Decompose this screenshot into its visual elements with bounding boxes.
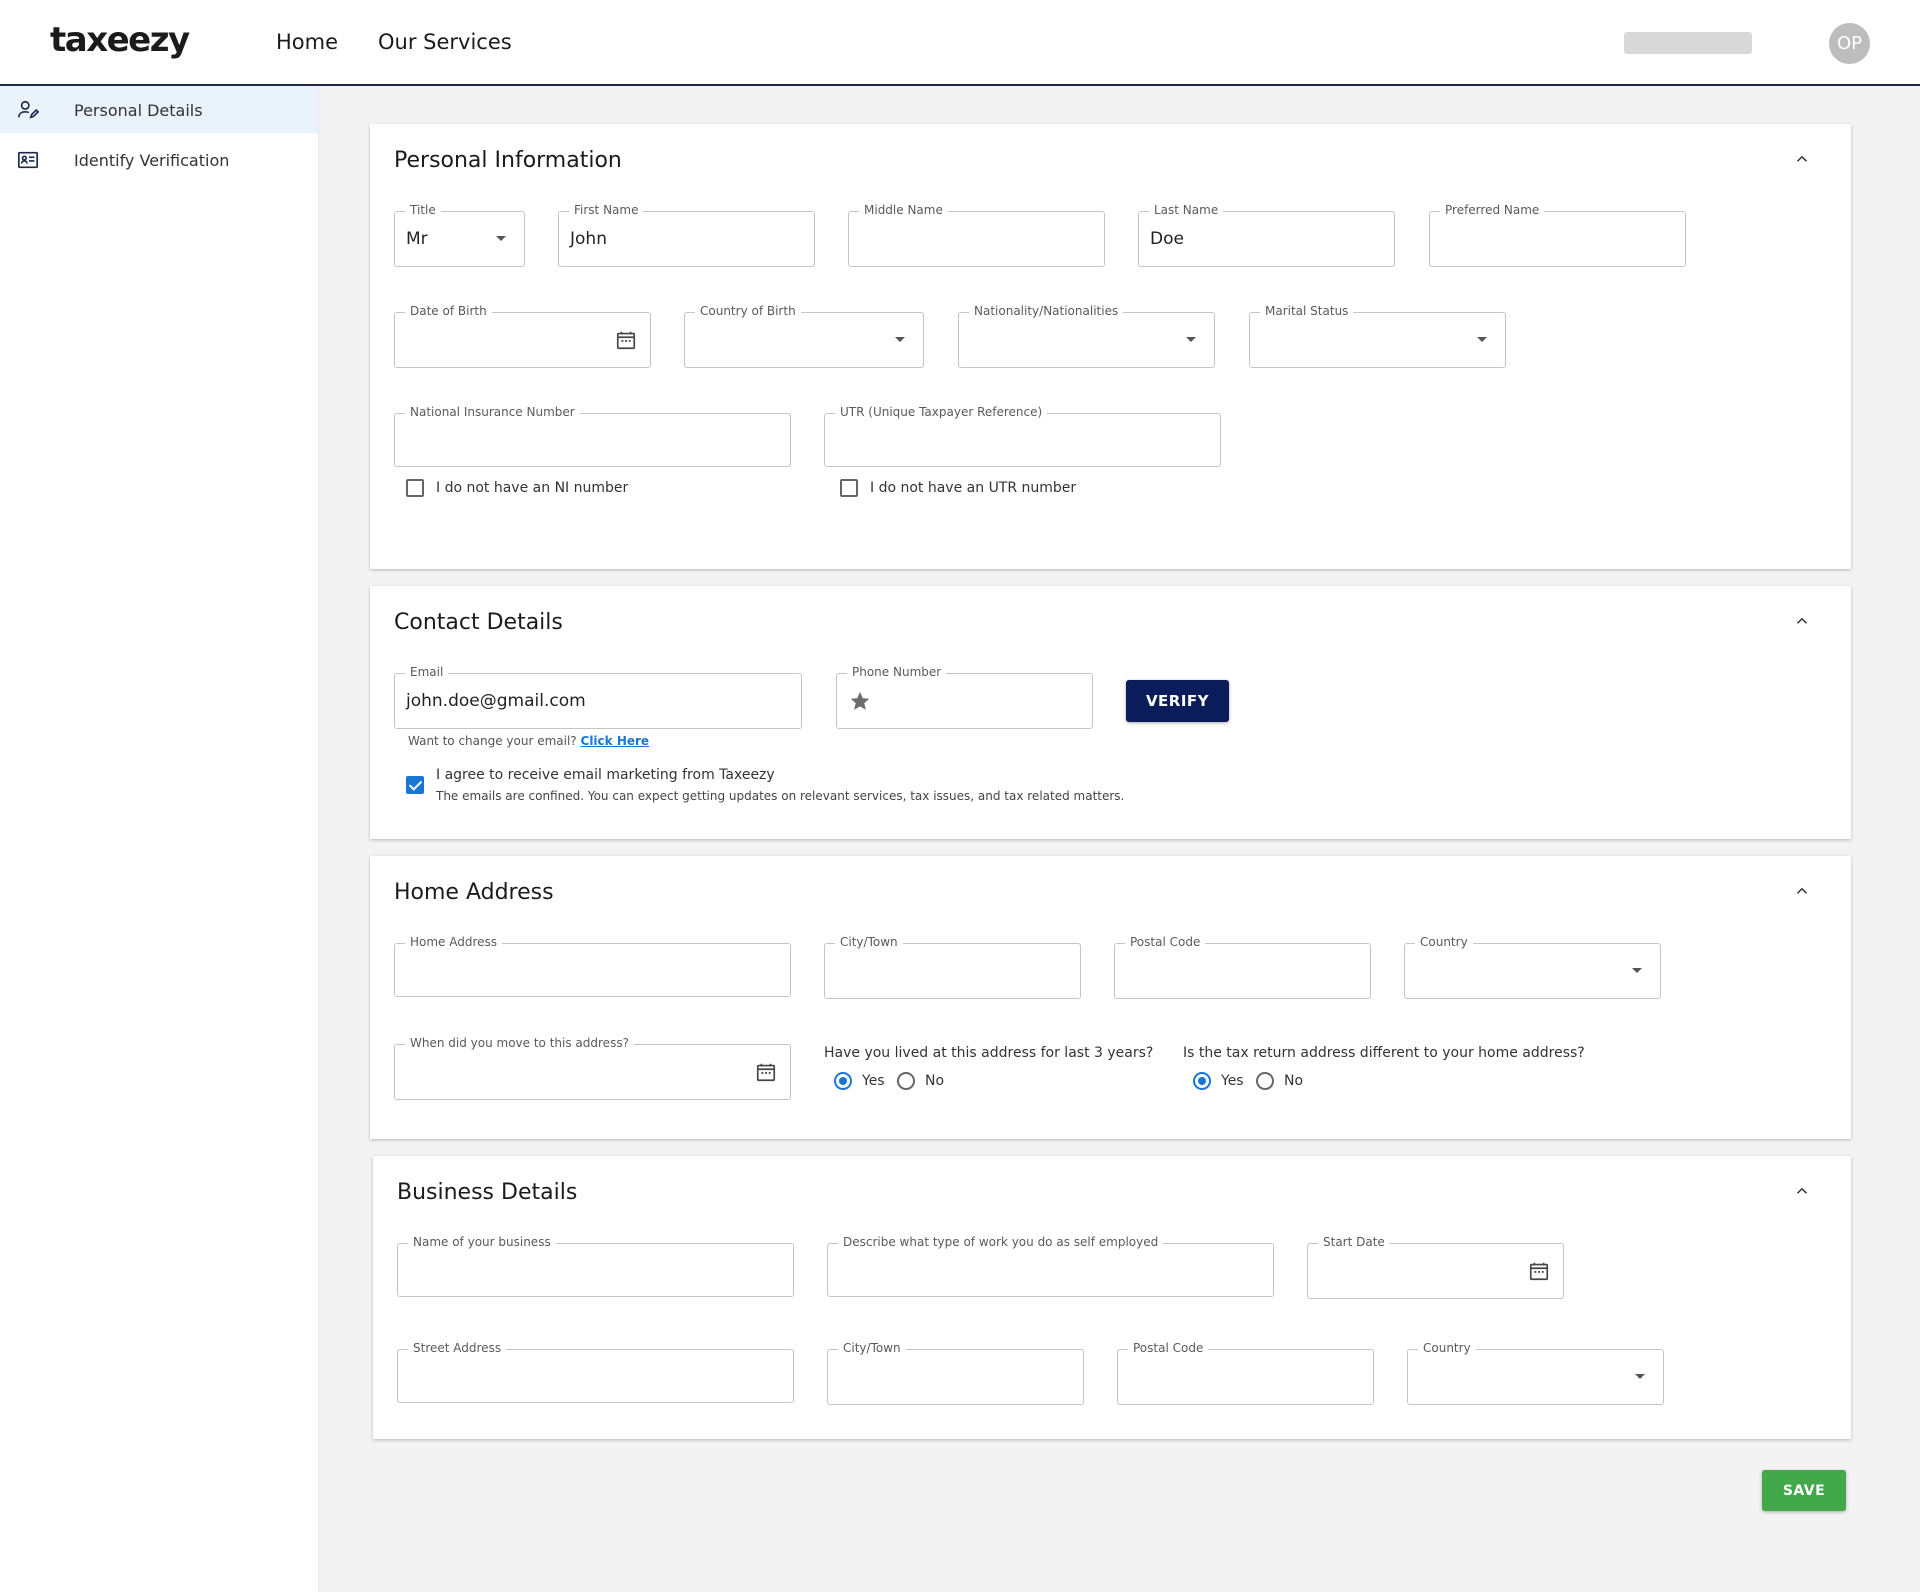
marketing-note: The emails are confined. You can expect … — [436, 789, 1125, 803]
tax-address-yes[interactable]: Yes — [1193, 1072, 1244, 1090]
no-utr-label: I do not have an UTR number — [870, 480, 1077, 496]
caret-down-icon — [1186, 337, 1196, 342]
home-city-input[interactable]: City/Town — [824, 935, 1081, 999]
home-country-select[interactable]: Country — [1404, 935, 1661, 999]
home-address-card: Home Address Home Address City/Town Post… — [370, 856, 1851, 1139]
sidebar-item-identify-verification[interactable]: Identify Verification — [0, 137, 318, 183]
sidebar-item-label: Identify Verification — [74, 150, 230, 170]
business-country-select[interactable]: Country — [1407, 1341, 1664, 1405]
caret-down-icon — [895, 337, 905, 342]
no-ni-checkbox-row[interactable]: I do not have an NI number — [406, 479, 628, 497]
sidebar-item-personal-details[interactable]: Personal Details — [0, 87, 318, 133]
nationality-select[interactable]: Nationality/Nationalities — [958, 304, 1215, 368]
phone-number-input[interactable]: Phone Number — [836, 665, 1093, 729]
no-utr-checkbox-row[interactable]: I do not have an UTR number — [840, 479, 1076, 497]
star-icon — [850, 691, 870, 710]
calendar-icon[interactable] — [1528, 1260, 1550, 1282]
id-card-icon — [16, 148, 40, 172]
business-postal-code-input[interactable]: Postal Code — [1117, 1341, 1374, 1405]
personal-information-card: Personal Information Title Mr First Name… — [370, 124, 1851, 569]
top-header: taxeezy Home Our Services OP — [0, 0, 1920, 86]
street-address-input[interactable]: Street Address — [397, 1341, 794, 1403]
no-utr-checkbox[interactable] — [840, 479, 858, 497]
calendar-icon[interactable] — [615, 329, 637, 351]
ni-number-input[interactable]: National Insurance Number — [394, 405, 791, 467]
business-details-card: Business Details Name of your business D… — [373, 1156, 1851, 1439]
business-city-input[interactable]: City/Town — [827, 1341, 1084, 1405]
first-name-input[interactable]: First Name John — [558, 203, 815, 267]
radio-no[interactable] — [897, 1072, 915, 1090]
business-name-input[interactable]: Name of your business — [397, 1235, 794, 1297]
caret-down-icon — [496, 236, 506, 241]
save-button[interactable]: SAVE — [1762, 1470, 1846, 1511]
home-address-input[interactable]: Home Address — [394, 935, 791, 997]
calendar-icon[interactable] — [755, 1061, 777, 1083]
tax-address-question: Is the tax return address different to y… — [1183, 1045, 1585, 1061]
preferred-name-input[interactable]: Preferred Name — [1429, 203, 1686, 267]
caret-down-icon — [1477, 337, 1487, 342]
email-input[interactable]: Email john.doe@gmail.com — [394, 665, 802, 729]
nav-home[interactable]: Home — [276, 30, 338, 54]
dob-input[interactable]: Date of Birth — [394, 304, 651, 368]
nav-our-services[interactable]: Our Services — [378, 30, 512, 54]
utr-input[interactable]: UTR (Unique Taxpayer Reference) — [824, 405, 1221, 467]
sidebar-item-label: Personal Details — [74, 100, 203, 120]
radio-no[interactable] — [1256, 1072, 1274, 1090]
country-of-birth-select[interactable]: Country of Birth — [684, 304, 924, 368]
section-title: Personal Information — [394, 148, 622, 173]
chevron-up-icon[interactable] — [1793, 612, 1811, 630]
verify-button[interactable]: VERIFY — [1126, 680, 1229, 722]
section-title: Contact Details — [394, 610, 563, 635]
change-email-helper: Want to change your email? Click Here — [408, 734, 650, 748]
middle-name-input[interactable]: Middle Name — [848, 203, 1105, 267]
marketing-checkbox[interactable] — [406, 776, 436, 794]
move-date-input[interactable]: When did you move to this address? — [394, 1036, 791, 1100]
radio-yes[interactable] — [1193, 1072, 1211, 1090]
home-postal-code-input[interactable]: Postal Code — [1114, 935, 1371, 999]
chevron-up-icon[interactable] — [1793, 150, 1811, 168]
work-type-input[interactable]: Describe what type of work you do as sel… — [827, 1235, 1274, 1297]
contact-details-card: Contact Details Email john.doe@gmail.com… — [370, 586, 1851, 839]
no-ni-checkbox[interactable] — [406, 479, 424, 497]
start-date-input[interactable]: Start Date — [1307, 1235, 1564, 1299]
lived-3-years-no[interactable]: No — [897, 1072, 944, 1090]
section-title: Business Details — [397, 1180, 578, 1205]
marital-status-select[interactable]: Marital Status — [1249, 304, 1506, 368]
no-ni-label: I do not have an NI number — [436, 480, 629, 496]
caret-down-icon — [1632, 968, 1642, 973]
lived-3-years-yes[interactable]: Yes — [834, 1072, 885, 1090]
avatar[interactable]: OP — [1829, 23, 1870, 64]
radio-yes[interactable] — [834, 1072, 852, 1090]
chevron-up-icon[interactable] — [1793, 1182, 1811, 1200]
caret-down-icon — [1635, 1374, 1645, 1379]
logo[interactable]: taxeezy — [50, 20, 190, 60]
sidebar: Personal Details Identify Verification — [0, 87, 319, 1592]
change-email-link[interactable]: Click Here — [581, 734, 650, 748]
user-name-placeholder — [1624, 32, 1752, 54]
marketing-checkbox-box[interactable] — [406, 776, 424, 794]
lived-3-years-question: Have you lived at this address for last … — [824, 1045, 1154, 1061]
tax-address-no[interactable]: No — [1256, 1072, 1303, 1090]
chevron-up-icon[interactable] — [1793, 882, 1811, 900]
section-title: Home Address — [394, 880, 554, 905]
last-name-input[interactable]: Last Name Doe — [1138, 203, 1395, 267]
title-select[interactable]: Title Mr — [394, 203, 525, 267]
marketing-label: I agree to receive email marketing from … — [436, 767, 775, 783]
user-edit-icon — [16, 98, 40, 122]
